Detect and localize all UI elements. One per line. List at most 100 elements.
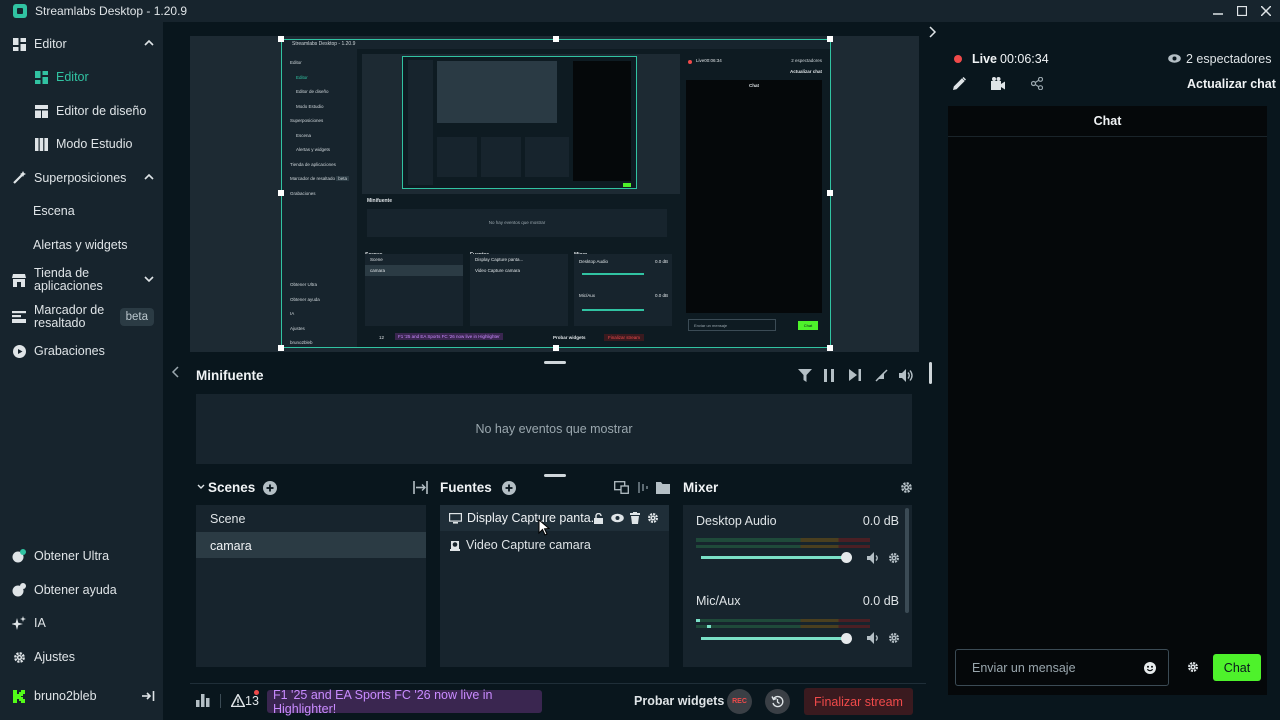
chat-message-input[interactable]: Enviar un mensaje (955, 649, 1169, 686)
share-icon[interactable] (1031, 77, 1043, 90)
sidebar-item-editor[interactable]: Editor (0, 29, 163, 59)
channel-settings-icon[interactable] (888, 552, 900, 564)
channel-db: 0.0 dB (862, 514, 899, 528)
performance-icon[interactable] (196, 694, 210, 707)
collapse-chat-icon[interactable] (929, 26, 937, 38)
scene-item-selected[interactable]: camara (196, 532, 426, 558)
mixer-scrollbar[interactable] (905, 508, 909, 613)
preview-footer: 12 F1 '25 and EA Sports FC '26 now live … (362, 332, 680, 346)
mute-alerts-icon[interactable] (875, 369, 888, 382)
refresh-chat-button[interactable]: Actualizar chat (1187, 77, 1276, 91)
streamlabs-logo-icon (13, 4, 27, 18)
emoji-icon[interactable] (1144, 662, 1156, 674)
trash-icon[interactable] (630, 512, 640, 524)
footer-separator (220, 694, 221, 708)
resize-handle[interactable] (553, 345, 559, 351)
scene-item[interactable]: Scene (196, 505, 426, 531)
preview-chat-box: Chat (686, 80, 822, 313)
gear-icon[interactable] (647, 512, 659, 524)
volume-icon[interactable] (899, 369, 914, 382)
sidebar-item-settings[interactable]: Ajustes (0, 642, 163, 672)
resize-handle[interactable] (553, 36, 559, 42)
speaker-icon[interactable] (867, 552, 880, 564)
gear-icon (12, 650, 26, 664)
resize-handle[interactable] (827, 36, 833, 42)
eye-icon[interactable] (611, 513, 624, 523)
source-screen-icon[interactable] (614, 481, 629, 494)
edit-stream-icon[interactable] (953, 77, 966, 90)
folder-icon[interactable] (656, 481, 670, 494)
highlighter-banner[interactable]: F1 '25 and EA Sports FC '26 now live in … (267, 688, 542, 716)
sidebar-item-recordings[interactable]: Grabaciones (0, 336, 163, 366)
close-button[interactable] (1252, 0, 1280, 22)
preview-channel-db: 0.0 dB (654, 259, 668, 264)
resize-handle[interactable] (278, 190, 284, 196)
preview-nav-item: Grabaciones (290, 190, 316, 196)
skip-icon[interactable] (849, 369, 861, 381)
source-label: Video Capture camara (466, 538, 591, 552)
resize-divider[interactable] (544, 474, 566, 477)
sidebar-item-highlighter[interactable]: Marcador de resaltado beta (0, 301, 163, 333)
send-chat-button[interactable]: Chat (1213, 654, 1261, 681)
camera-icon[interactable] (991, 77, 1005, 90)
resize-divider[interactable] (544, 361, 566, 364)
sidebar-item-ai[interactable]: IA (0, 608, 163, 638)
sidebar-item-get-ultra[interactable]: Obtener Ultra (0, 541, 163, 571)
replay-buffer-button[interactable] (765, 689, 790, 714)
pause-icon[interactable] (824, 369, 834, 382)
sidebar-item-overlays[interactable]: Superposiciones (0, 163, 163, 193)
chat-input-placeholder: Enviar un mensaje (972, 660, 1076, 675)
chat-resize-divider[interactable] (929, 362, 932, 384)
play-circle-icon (12, 344, 26, 358)
scene-transitions-icon[interactable] (413, 481, 428, 494)
collapse-sidebar-icon[interactable] (171, 366, 179, 378)
alerts-count: 13 (245, 694, 259, 708)
record-button[interactable]: REC (727, 689, 752, 714)
filter-icon[interactable] (798, 369, 812, 382)
add-source-icon[interactable] (502, 481, 516, 495)
chat-settings-icon[interactable] (1187, 661, 1199, 673)
resize-handle[interactable] (278, 36, 284, 42)
highlighter-icon (12, 310, 26, 324)
resize-handle[interactable] (278, 345, 284, 351)
speaker-icon[interactable] (867, 632, 880, 644)
sidebar-item-layout-editor[interactable]: Editor de diseño (0, 96, 163, 126)
display-capture-preview[interactable]: Streamlabs Desktop - 1.20.9 Editor Edito… (281, 39, 831, 348)
source-item[interactable]: Display Capture panta... (440, 505, 669, 531)
resize-handle[interactable] (827, 190, 833, 196)
end-stream-button[interactable]: Finalizar stream (804, 688, 913, 715)
sidebar-item-get-help[interactable]: Obtener ayuda (0, 575, 163, 605)
test-widgets-button[interactable]: Probar widgets (634, 694, 724, 708)
sidebar-item-user[interactable]: bruno2bleb (0, 681, 163, 711)
add-scene-icon[interactable] (263, 481, 277, 495)
mixer-title: Mixer (683, 480, 719, 495)
volume-slider-knob[interactable] (841, 552, 853, 563)
mixer-settings-icon[interactable] (900, 481, 913, 494)
logout-icon[interactable] (142, 690, 155, 702)
warning-icon[interactable] (231, 694, 245, 707)
source-item[interactable]: Video Capture camara (440, 532, 669, 558)
eye-icon (1168, 54, 1181, 63)
volume-slider-knob[interactable] (841, 633, 853, 644)
preview-nav: Editor Editor Editor de diseño Modo Estu… (290, 56, 350, 201)
sidebar-item-label: Editor (56, 70, 89, 84)
unlock-icon[interactable] (593, 513, 604, 524)
preview-sources: Fuentes Display Capture panta... Video C… (470, 243, 570, 327)
sources-title: Fuentes (440, 480, 492, 495)
resize-handle[interactable] (827, 345, 833, 351)
sidebar-item-studio-mode[interactable]: Modo Estudio (0, 129, 163, 159)
sidebar-item-scene[interactable]: Escena (0, 196, 163, 226)
preview-nav-item: Obtener ayuda (290, 296, 320, 302)
source-audio-icon[interactable] (636, 481, 651, 494)
sidebar-item-label: aplicaciones (34, 279, 103, 293)
volume-slider[interactable] (701, 552, 853, 563)
sidebar-item-label: IA (34, 616, 46, 630)
chevron-down-icon[interactable] (197, 484, 205, 490)
preview-source-item: Video Capture camara (475, 268, 520, 273)
sidebar-item-app-store[interactable]: Tienda de aplicaciones (0, 264, 163, 296)
volume-meter (696, 619, 870, 622)
channel-settings-icon[interactable] (888, 632, 900, 644)
sidebar-item-editor-sub[interactable]: Editor (0, 62, 163, 92)
sidebar-item-alerts[interactable]: Alertas y widgets (0, 230, 163, 260)
volume-slider[interactable] (701, 633, 853, 644)
